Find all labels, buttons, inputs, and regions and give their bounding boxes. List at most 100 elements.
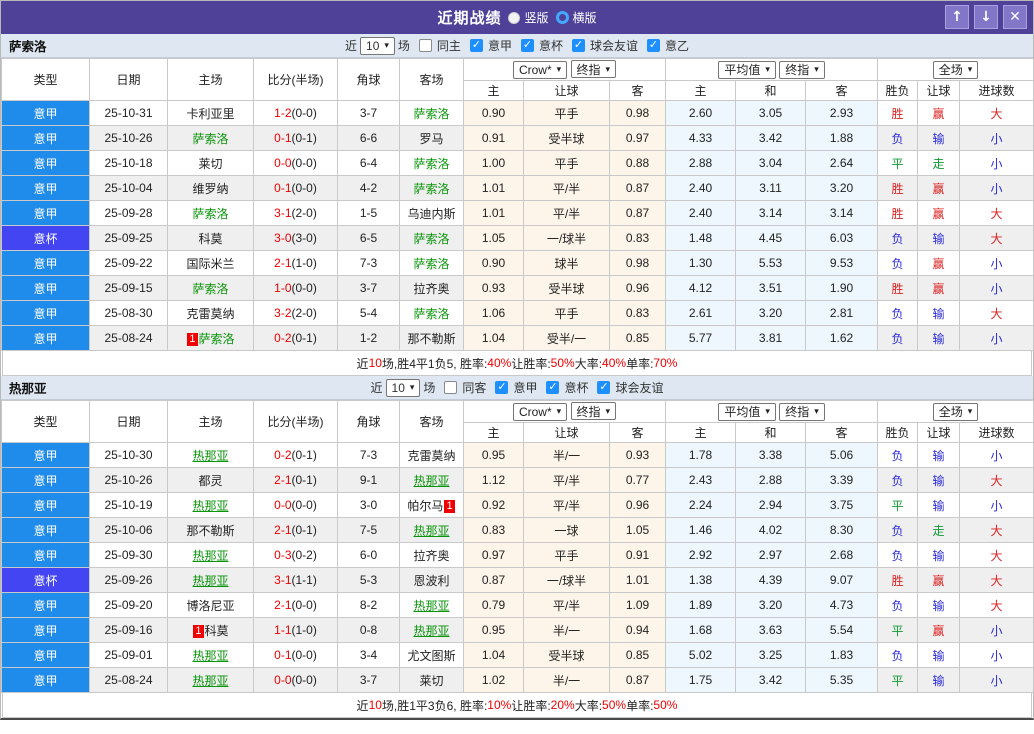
league-serie-a-checkbox[interactable]: ✓ [495,381,509,394]
score-cell: 3-1(2-0) [253,200,338,226]
close-button[interactable]: ✕ [1003,5,1027,29]
same-venue-checkbox[interactable] [418,39,432,52]
fulltime-score: 0-3 [274,548,292,562]
scroll-up-button[interactable]: ↑ [945,5,969,29]
avg-away-odds-cell: 6.03 [805,225,879,251]
subcol-home-odds: 主 [463,422,524,443]
handicap-home-odds-cell: 0.91 [463,125,524,151]
match-row: 意甲 25-08-24 1 萨索洛 0-2(0-1) 1-2 那不勒斯 1.04 受半/一 0.8… [1,325,1034,351]
score-cell: 2-1(0-0) [253,592,338,618]
handicap-home-odds-cell: 0.90 [463,100,524,126]
club-friendly-checkbox[interactable]: ✓ [571,39,585,52]
layout-radio-vertical[interactable]: 竖版 [508,9,549,26]
score-cell: 3-1(1-1) [253,567,338,593]
home-team-results-table: 类型 日期 主场 比分(半场) 角球 客场 Crow* ▾ 终指 ▾ 平均值 ▾ 终指… [1,58,1034,351]
average-select[interactable]: 平均值 ▾ [718,402,776,421]
avg-home-odds-cell: 2.40 [665,200,737,226]
handicap-away-odds-cell: 0.98 [608,100,667,126]
arrow-down-icon: ↓ [980,9,992,25]
away-team-cell: 那不勒斯 [399,325,464,351]
handicap-away-odds-cell: 0.98 [608,250,667,276]
handicap-away-odds-cell: 0.91 [608,542,667,568]
match-row: 意甲 25-09-30 热那亚 0-3(0-2) 6-0 拉齐奥 0.97 平手 0.91 2.9… [1,542,1034,568]
odds-time-select[interactable]: 终指 ▾ [570,402,617,421]
competition-cell: 意甲 [1,200,90,226]
chevron-down-icon: ▾ [814,64,819,74]
summary-text: 50% [550,356,575,370]
odds-time-select[interactable]: 终指 ▾ [570,60,617,79]
avg-draw-odds-cell: 3.42 [735,125,807,151]
team-name: 科莫 [204,623,229,638]
league-serie-a-checkbox[interactable]: ✓ [469,39,483,52]
odds-time-select[interactable]: 终指 ▾ [779,60,825,79]
halftime-score: (1-1) [291,573,317,587]
away-team-cell: 热那亚 [399,592,464,618]
close-icon: ✕ [1009,9,1021,25]
page-title: 近期战绩 [437,10,502,27]
team-name: 莱切 [198,156,223,171]
handicap-line-cell: 平/半 [523,175,610,201]
handicap-line-cell: 平/半 [523,200,610,226]
avg-home-odds-cell: 4.33 [665,125,737,151]
away-team-cell: 萨索洛 [399,100,464,126]
avg-away-odds-cell: 3.39 [805,467,879,493]
halftime-score: (0-0) [291,648,317,662]
red-card-badge: 1 [187,332,198,346]
avg-home-odds-cell: 1.75 [665,667,737,693]
handicap-away-odds-cell: 0.83 [608,300,667,326]
fulltime-select[interactable]: 全场 ▾ [932,60,979,79]
odds-group-fulltime: 全场 ▾ [877,400,1034,423]
avg-away-odds-cell: 1.62 [805,325,879,351]
club-friendly-checkbox[interactable]: ✓ [597,381,611,394]
team-name: 国际米兰 [186,256,235,271]
bookmaker-select[interactable]: Crow* ▾ [512,402,568,421]
check-icon: ✓ [573,39,584,51]
summary-text: 大率: [574,356,603,371]
competition-cell: 意甲 [1,442,90,468]
halftime-score: (2-0) [291,206,317,220]
bookmaker-select[interactable]: Crow* ▾ [512,60,568,79]
subcol-avg-away: 客 [805,80,879,101]
score-cell: 0-1(0-0) [253,175,338,201]
avg-home-odds-cell: 2.43 [665,467,737,493]
avg-home-odds-cell: 2.61 [665,300,737,326]
arrow-up-icon: ↑ [951,9,963,25]
handicap-away-odds-cell: 0.87 [608,200,667,226]
team-name: 拉齐奥 [413,548,450,563]
home-team-cell: 维罗纳 [167,175,254,201]
home-team-cell: 都灵 [167,467,254,493]
away-team-summary: 近 10 场,胜1平3负6, 胜率: 10% 让胜率: 20% 大率: 50% 单率: 50… [2,693,1032,718]
summary-text: 近 [356,356,369,371]
check-icon: ✓ [471,39,482,51]
home-team-title: 萨索洛 [9,40,47,54]
check-icon: ✓ [548,381,558,393]
check-icon: ✓ [522,39,533,51]
score-cell: 1-1(1-0) [253,617,338,643]
date-cell: 25-09-16 [89,617,168,643]
handicap-away-odds-cell: 0.85 [608,642,667,668]
average-select[interactable]: 平均值 ▾ [718,60,776,79]
coppa-italia-checkbox[interactable]: ✓ [546,381,560,394]
team-name: 萨索洛 [413,181,450,196]
scroll-down-button[interactable]: ↓ [974,5,998,29]
odds-time-select[interactable]: 终指 ▾ [779,402,825,421]
summary-text: 10 [368,698,382,712]
serie-b-checkbox[interactable]: ✓ [646,39,660,52]
goals-result-cell: 大 [959,200,1034,226]
coppa-italia-checkbox[interactable]: ✓ [520,39,534,52]
match-count-select[interactable]: 10 ▾ [385,378,421,397]
avg-home-odds-cell: 1.30 [665,250,737,276]
fulltime-select[interactable]: 全场 ▾ [932,402,979,421]
coppa-italia-label: 意杯 [564,381,589,395]
match-count-select[interactable]: 10 ▾ [360,36,395,55]
handicap-line-cell: 平/半 [523,467,610,493]
chevron-down-icon: ▾ [556,406,562,417]
score-cell: 0-2(0-1) [253,442,338,468]
home-team-cell: 热那亚 [167,492,254,518]
handicap-home-odds-cell: 0.90 [463,250,524,276]
away-team-cell: 恩波利 [399,567,464,593]
away-team-cell: 克雷莫纳 [399,442,464,468]
same-venue-checkbox[interactable] [444,381,458,394]
date-cell: 25-09-20 [89,592,168,618]
layout-radio-horizontal[interactable]: 横版 [555,9,597,26]
